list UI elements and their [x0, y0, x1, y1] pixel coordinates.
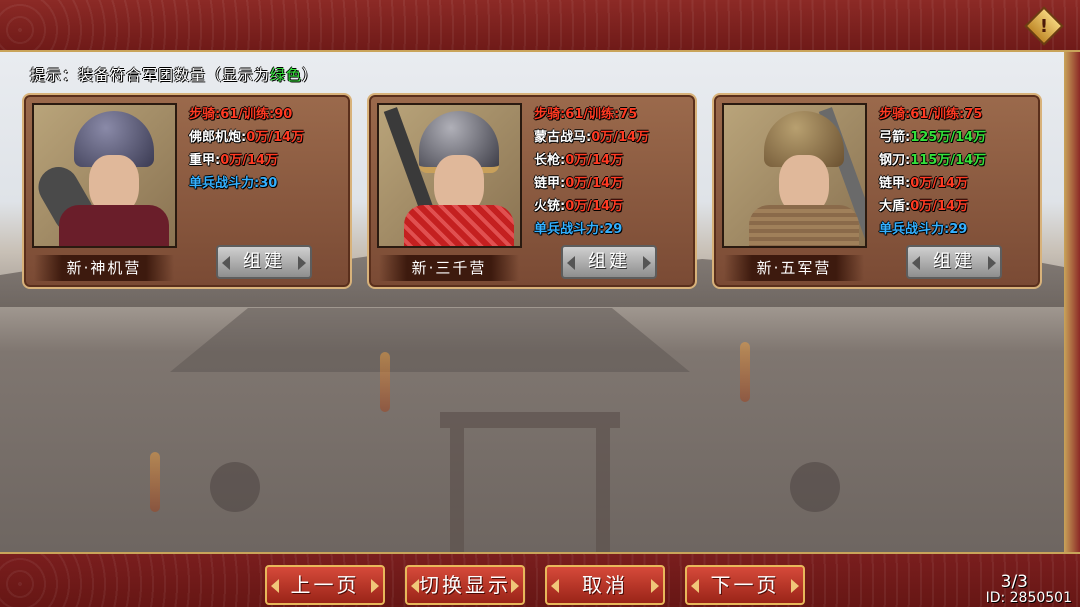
equipment-value: 0万/14万 — [565, 199, 624, 214]
stat-equipment: 火铳:0万/14万 — [534, 195, 649, 218]
stat-equipment: 链甲:0万/14万 — [879, 172, 986, 195]
toggle-display-button[interactable]: 切换显示 — [405, 565, 525, 605]
equipment-label: 蒙古战马: — [534, 130, 592, 145]
build-button[interactable]: 组建 — [216, 245, 312, 279]
equipment-label: 链甲: — [534, 176, 566, 191]
equipment-value: 125万/14万 — [910, 130, 987, 145]
equipment-label: 弓箭: — [879, 130, 911, 145]
stat-equipment: 链甲:0万/14万 — [534, 172, 649, 195]
equipment-value: 0万/14万 — [220, 153, 279, 168]
army-name: 新·五军营 — [724, 255, 864, 281]
stat-equipment: 弓箭:125万/14万 — [879, 126, 986, 149]
page-indicator: 3/3 — [1000, 572, 1028, 592]
equipment-label: 火铳: — [534, 199, 566, 214]
armor-shape — [404, 205, 514, 246]
background-drum — [210, 462, 260, 512]
equipment-label: 钢刀: — [879, 153, 911, 168]
army-card-wujunying[interactable]: 新·五军营 步骑:61/训练:75 弓箭:125万/14万 钢刀:115万/14… — [712, 93, 1042, 289]
background-flame — [150, 452, 160, 512]
army-name: 新·三千营 — [379, 255, 519, 281]
unit-portrait — [722, 103, 867, 248]
equipment-value: 115万/14万 — [910, 153, 987, 168]
equipment-value: 0万/14万 — [565, 153, 624, 168]
background-flame — [380, 352, 390, 412]
equipment-value: 0万/14万 — [246, 130, 305, 145]
equipment-value: 0万/14万 — [565, 176, 624, 191]
army-card-shenjiying[interactable]: 新·神机营 步骑:61/训练:90 佛郎机炮:0万/14万 重甲:0万/14万 … — [22, 93, 352, 289]
stat-combat-power: 单兵战斗力:29 — [879, 222, 968, 237]
background-flame — [740, 342, 750, 402]
stat-equipment: 蒙古战马:0万/14万 — [534, 126, 649, 149]
equipment-label: 大盾: — [879, 199, 911, 214]
equipment-label: 链甲: — [879, 176, 911, 191]
stat-combat-power: 单兵战斗力:29 — [534, 222, 623, 237]
stat-equipment: 大盾:0万/14万 — [879, 195, 986, 218]
top-bar — [0, 0, 1080, 52]
stat-equipment: 钢刀:115万/14万 — [879, 149, 986, 172]
cancel-button[interactable]: 取消 — [545, 565, 665, 605]
build-button[interactable]: 组建 — [561, 245, 657, 279]
army-card-sanqianying[interactable]: 新·三千营 步骑:61/训练:75 蒙古战马:0万/14万 长枪:0万/14万 … — [367, 93, 697, 289]
bottom-bar — [0, 552, 1080, 607]
army-stats: 步骑:61/训练:75 蒙古战马:0万/14万 长枪:0万/14万 链甲:0万/… — [534, 103, 649, 241]
stat-equipment: 长枪:0万/14万 — [534, 149, 649, 172]
equipment-value: 0万/14万 — [591, 130, 650, 145]
army-stats: 步骑:61/训练:75 弓箭:125万/14万 钢刀:115万/14万 链甲:0… — [879, 103, 986, 241]
equipment-value: 0万/14万 — [910, 199, 969, 214]
stat-combat-power: 单兵战斗力:30 — [189, 176, 278, 191]
stat-troops-training: 步骑:61/训练:75 — [879, 107, 983, 122]
prev-page-button[interactable]: 上一页 — [265, 565, 385, 605]
army-stats: 步骑:61/训练:90 佛郎机炮:0万/14万 重甲:0万/14万 单兵战斗力:… — [189, 103, 304, 195]
hint-prefix: 提示：装备符合军团数量（显示为 — [30, 66, 271, 84]
warning-icon-glyph: ! — [1039, 15, 1049, 37]
stat-equipment: 佛郎机炮:0万/14万 — [189, 126, 304, 149]
equipment-label: 长枪: — [534, 153, 566, 168]
armor-shape — [749, 205, 859, 246]
stat-equipment: 重甲:0万/14万 — [189, 149, 304, 172]
background-drum — [790, 462, 840, 512]
hint-suffix: ） — [302, 66, 319, 84]
next-page-button[interactable]: 下一页 — [685, 565, 805, 605]
equipment-label: 佛郎机炮: — [189, 130, 247, 145]
unit-portrait — [32, 103, 177, 248]
build-button[interactable]: 组建 — [906, 245, 1002, 279]
equipment-value: 0万/14万 — [910, 176, 969, 191]
stat-troops-training: 步骑:61/训练:90 — [189, 107, 293, 122]
background-gate — [440, 412, 620, 552]
stat-troops-training: 步骑:61/训练:75 — [534, 107, 638, 122]
right-frame-border — [1064, 52, 1080, 552]
army-name: 新·神机营 — [34, 255, 174, 281]
unit-portrait — [377, 103, 522, 248]
user-id: ID: 2850501 — [985, 590, 1072, 606]
hint-green-word: 绿色 — [270, 66, 303, 84]
equipment-label: 重甲: — [189, 153, 221, 168]
armor-shape — [59, 205, 169, 246]
hint-text: 提示：装备符合军团数量（显示为绿色） — [30, 64, 318, 85]
